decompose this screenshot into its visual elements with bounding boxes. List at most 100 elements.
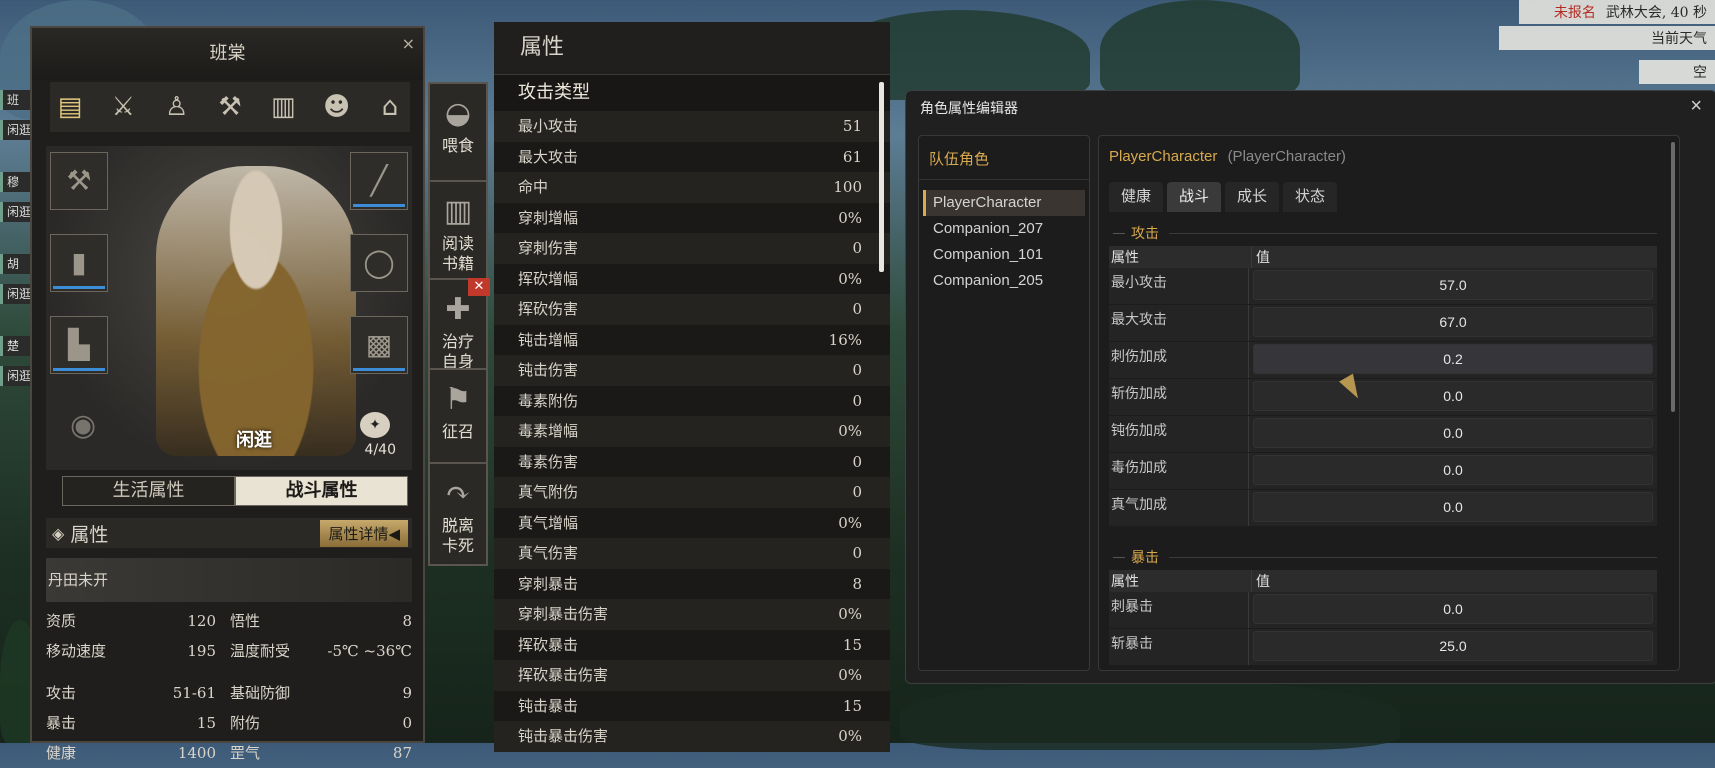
value-input[interactable]: [1253, 344, 1653, 374]
editor-title: 角色属性编辑器: [920, 100, 1018, 116]
edge-party-item[interactable]: 班: [0, 90, 34, 110]
attribute-value: 8: [852, 574, 862, 593]
value-cell: [1249, 268, 1657, 304]
attribute-name: 最小攻击: [1109, 268, 1249, 304]
attribute-value: 0%: [838, 269, 862, 288]
attribute-value: 0: [852, 452, 862, 471]
attribute-value: 0: [852, 391, 862, 410]
party-item-companion-205[interactable]: Companion_205: [923, 268, 1085, 294]
attribute-value: 15: [842, 696, 862, 715]
close-icon[interactable]: ×: [1690, 95, 1702, 118]
value-input[interactable]: [1253, 492, 1653, 522]
capacity-count: 4/40: [364, 442, 396, 458]
weapons-icon[interactable]: ⚔: [103, 82, 143, 132]
feed-label: 喂食: [441, 136, 474, 155]
value-input[interactable]: [1253, 594, 1653, 624]
attribute-label: 挥砍增幅: [518, 269, 579, 288]
attribute-value: 0%: [838, 605, 862, 623]
attribute-row: 最小攻击 51: [494, 111, 890, 142]
tab-growth[interactable]: 成长: [1225, 182, 1280, 212]
close-icon[interactable]: ×: [402, 34, 415, 53]
table-header: 属性 值: [1109, 570, 1657, 592]
attribute-label: 最小攻击: [518, 117, 579, 135]
attribute-label: 钝击伤害: [518, 361, 579, 379]
boots-icon[interactable]: ▙: [50, 316, 108, 374]
pick-icon[interactable]: ⚒: [210, 82, 250, 132]
value-cell: [1249, 629, 1657, 665]
value-input[interactable]: [1253, 381, 1653, 411]
party-title: 队伍角色: [919, 136, 1089, 180]
attribute-value: 0%: [838, 513, 862, 532]
unstuck-button[interactable]: ↷ 脱离卡死: [428, 462, 488, 566]
value-input[interactable]: [1253, 307, 1653, 337]
stat-row: 攻击 51-61: [46, 678, 216, 708]
background-tree: [1100, 0, 1300, 100]
attribute-row: 钝击暴击伤害 0%: [494, 721, 890, 752]
figure-icon[interactable]: ♙: [157, 82, 197, 132]
ring-icon[interactable]: ◯: [350, 234, 408, 292]
party-item-companion-207[interactable]: Companion_207: [923, 216, 1085, 242]
tab-status[interactable]: 状态: [1283, 182, 1338, 212]
hud-event-row: 未报名 武林大会, 40 秒: [1519, 0, 1715, 24]
attribute-name: 毒伤加成: [1109, 453, 1249, 489]
attribute-value: 0%: [838, 422, 862, 440]
attribute-name: 斩暴击: [1109, 629, 1249, 665]
stat-row: 附伤 0: [230, 708, 412, 738]
edge-party-item[interactable]: 穆: [0, 172, 34, 192]
attribute-label: 挥砍伤害: [518, 300, 579, 318]
hud-weather-row: 当前天气: [1499, 26, 1715, 50]
party-item-companion-101[interactable]: Companion_101: [923, 242, 1085, 268]
tab-health[interactable]: 健康: [1109, 182, 1164, 212]
attribute-label: 真气增幅: [518, 513, 579, 532]
value-input[interactable]: [1253, 270, 1653, 300]
attribute-row: 穿刺暴击 8: [494, 568, 890, 599]
scroll-icon[interactable]: ▤: [50, 82, 90, 132]
attribute-value: 0: [852, 300, 862, 318]
axe-icon[interactable]: ⚒: [50, 152, 108, 210]
feed-button[interactable]: ◒ 喂食: [428, 82, 488, 186]
stat-value: 9: [402, 684, 412, 702]
party-item-playercharacter[interactable]: PlayerCharacter: [923, 190, 1085, 216]
edge-party-item[interactable]: 楚: [0, 336, 34, 356]
tab-life-attributes[interactable]: 生活属性: [62, 476, 235, 506]
tab-combat[interactable]: 战斗: [1167, 182, 1222, 212]
attribute-label: 真气附伤: [518, 483, 579, 501]
attribute-row: 穿刺暴击伤害 0%: [494, 599, 890, 630]
stats-bottom: 攻击 51-61 基础防御 9 暴击 15 附伤 0 健康 1400 罡气 87: [46, 678, 412, 768]
value-input[interactable]: [1253, 631, 1653, 661]
stat-value: 120: [187, 612, 216, 630]
value-cell: [1249, 416, 1657, 452]
stat-label: 悟性: [230, 612, 261, 630]
value-input[interactable]: [1253, 455, 1653, 485]
recruit-button[interactable]: ⚑ 征召: [428, 368, 488, 472]
attribute-detail-button[interactable]: 属性详情◀: [320, 519, 408, 547]
attribute-value: 0: [852, 544, 862, 562]
attribute-header-label: 属性: [70, 523, 109, 546]
attribute-value: 0: [852, 239, 862, 257]
pants-icon[interactable]: ▮: [50, 234, 108, 292]
scrollbar[interactable]: [1671, 142, 1675, 412]
attribute-list-panel: 属性 攻击类型 最小攻击 51 最大攻击 61 命中 100 穿刺增幅 0% 穿刺伤害 0 挥砍增幅…: [494, 22, 890, 752]
book-icon: ▥: [443, 194, 473, 229]
eye-icon[interactable]: ◉: [70, 408, 96, 443]
book-icon[interactable]: ▥: [263, 82, 303, 132]
spear-icon[interactable]: ╱: [350, 152, 408, 210]
edge-party-item[interactable]: 胡: [0, 254, 34, 274]
robe-icon[interactable]: ▩: [350, 316, 408, 374]
attribute-label: 穿刺增幅: [518, 208, 579, 227]
attribute-label: 穿刺暴击伤害: [518, 605, 609, 623]
value-input[interactable]: [1253, 418, 1653, 448]
attack-section: 攻击 属性 值 最小攻击最大攻击刺伤加成斩伤加成钝伤加成毒伤加成真气加成: [1109, 220, 1657, 527]
mask-icon[interactable]: ☻: [317, 82, 357, 132]
edge-party-status: 闲逛: [0, 284, 34, 304]
stat-value: -5℃ ~36℃: [327, 642, 412, 660]
hud-event-text: 武林大会, 40 秒: [1605, 5, 1707, 21]
stat-row: 资质 120: [46, 606, 216, 636]
stand-icon[interactable]: ⌂: [370, 82, 410, 132]
attribute-panel-title: 属性: [494, 22, 890, 75]
crit-section-header: 暴击: [1109, 544, 1657, 570]
detail-pane: PlayerCharacter (PlayerCharacter) 健康 战斗 …: [1098, 135, 1680, 671]
scrollbar[interactable]: [879, 82, 884, 272]
tab-combat-attributes[interactable]: 战斗属性: [235, 476, 408, 506]
read-book-button[interactable]: ▥ 阅读书籍: [428, 180, 488, 284]
